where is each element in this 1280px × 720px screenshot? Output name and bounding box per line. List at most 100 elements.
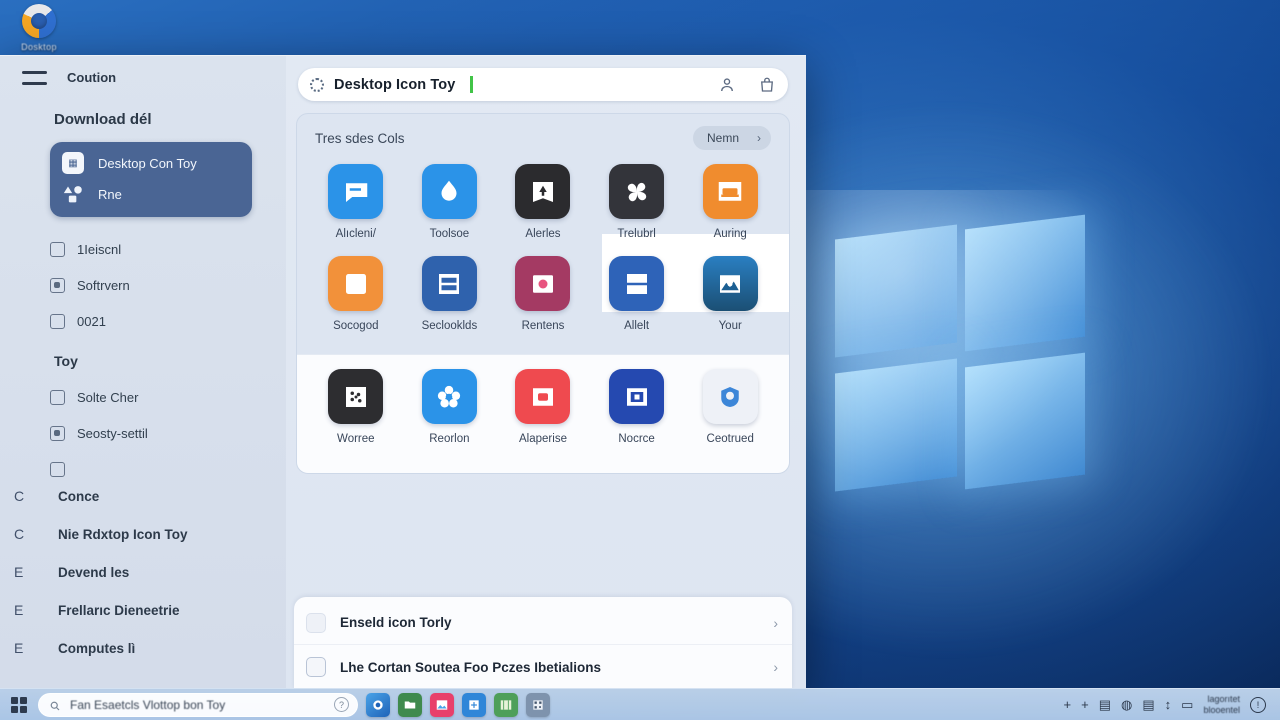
sidebar-card-row-primary[interactable]: ▦ Desktop Con Toy: [62, 152, 240, 174]
sidebar-item-label: Softrvern: [77, 277, 130, 293]
icon-label: Alıcleni/: [335, 228, 376, 240]
icon-item[interactable]: Trelubrl: [590, 164, 684, 240]
sidebar-sub-heading: Toy: [54, 353, 78, 369]
search-icon: [49, 699, 61, 711]
display-icon[interactable]: ▭: [1181, 698, 1193, 711]
icon-item[interactable]: Seclooklds: [403, 256, 497, 332]
sidebar-card-row-secondary[interactable]: Rne: [62, 183, 240, 205]
icon-label: Alaperise: [519, 433, 567, 445]
flower-icon: [421, 369, 477, 424]
folder-icon[interactable]: [398, 692, 422, 717]
title-search-bar[interactable]: Desktop Icon Toy: [298, 68, 788, 101]
start-grid-icon[interactable]: [8, 694, 30, 716]
photos-icon[interactable]: [430, 692, 454, 717]
pinwheel-icon: [609, 164, 665, 219]
option-label: Lhe Cortan Soutea Foo Pczes Ibetialions: [340, 659, 602, 675]
help-circle-icon[interactable]: ?: [334, 697, 349, 712]
text-cursor: [470, 76, 473, 93]
icon-item[interactable]: Worree: [309, 369, 403, 445]
sidebar-item-radio-2[interactable]: Seosty-settil: [16, 415, 270, 451]
icon-grid-header: Tres sdes Cols Nemn ›: [315, 126, 771, 150]
sidebar-lower-item-2[interactable]: C Nie Rdxtop Icon Toy: [0, 515, 286, 553]
wallpaper-window-pane: [965, 352, 1085, 490]
battery-icon[interactable]: ▤: [1142, 698, 1154, 711]
sidebar-lower-initial: C: [14, 488, 25, 504]
plus-icon[interactable]: +: [1064, 698, 1072, 711]
checkbox-icon[interactable]: [50, 241, 65, 257]
sidebar-lower-item-1[interactable]: C Conce: [0, 477, 286, 515]
icon-item[interactable]: Reorlon: [403, 369, 497, 445]
network-icon[interactable]: ◍: [1121, 698, 1132, 711]
icon-label: Ceotrued: [706, 433, 754, 445]
wallpaper-window-pane: [835, 358, 957, 492]
account-person-icon[interactable]: [718, 76, 736, 94]
icon-label: Your: [718, 320, 742, 332]
icon-item[interactable]: Alerles: [496, 164, 590, 240]
desktop-background: Dosktop Coution Download dél ▦ Desktop C…: [0, 0, 1280, 720]
sidebar-item-checkbox-3[interactable]: Solte Cher: [16, 379, 270, 415]
wallpaper-window-pane: [835, 224, 957, 358]
map-icon[interactable]: [494, 692, 518, 717]
sidebar-item-label: Solte Cher: [77, 389, 139, 405]
options-card: Enseld icon Torly › Lhe Cortan Soutea Fo…: [294, 597, 792, 688]
sidebar-lower-label: Frellarıc Dieneetrie: [58, 602, 180, 618]
sofa-icon: [702, 164, 758, 219]
icon-label: Reorlon: [429, 433, 470, 445]
chevron-right-icon: ›: [757, 131, 761, 145]
icon-item[interactable]: Auring: [683, 164, 777, 240]
edge-icon[interactable]: [366, 692, 390, 717]
icon-item[interactable]: Alaperise: [496, 369, 590, 445]
sidebar-item-radio-1[interactable]: Softrvern: [16, 267, 270, 303]
clock[interactable]: lagorıtet blooentel: [1203, 694, 1240, 715]
chevron-right-icon: ›: [773, 659, 778, 675]
checkbox-icon[interactable]: [50, 313, 65, 329]
icon-grid-card: Tres sdes Cols Nemn › Alıcleni/ Toolsoe …: [296, 113, 790, 474]
sound-icon[interactable]: ↕: [1165, 698, 1172, 711]
icon-row-3-panel: Worree Reorlon Alaperise Nocrce Ceotrued: [297, 354, 789, 473]
icon-label: Toolsoe: [429, 228, 470, 240]
icon-item[interactable]: Nocrce: [590, 369, 684, 445]
desktop-shortcut[interactable]: Dosktop: [4, 4, 74, 52]
icon-item[interactable]: Ceotrued: [683, 369, 777, 445]
sidebar-top-label: Coution: [67, 70, 117, 85]
drawer-icon: [421, 256, 477, 311]
icon-label: Worree: [337, 433, 375, 445]
icon-item[interactable]: Socogod: [309, 256, 403, 332]
icon-item[interactable]: Your: [683, 256, 777, 332]
sidebar-lower-item-5[interactable]: E Computes lì: [0, 629, 286, 667]
sticker-icon: [515, 256, 571, 311]
option-row-2[interactable]: Lhe Cortan Soutea Foo Pczes Ibetialions …: [294, 645, 792, 688]
main-panel: Desktop Icon Toy Tres sdes Cols Nemn › A…: [286, 56, 806, 688]
checkbox-icon[interactable]: [306, 657, 326, 677]
checkbox-icon[interactable]: [50, 461, 65, 477]
icon-label: Seclooklds: [421, 320, 478, 332]
icon-item[interactable]: Rentens: [496, 256, 590, 332]
keyboard-icon[interactable]: ▤: [1099, 698, 1111, 711]
tree-badge-icon: [515, 164, 571, 219]
sidebar-lower-initial: E: [14, 564, 24, 580]
option-row-1[interactable]: Enseld icon Torly ›: [294, 601, 792, 645]
sidebar-lower-item-4[interactable]: E Frellarıc Dieneetrie: [0, 591, 286, 629]
icon-item[interactable]: Alıcleni/: [309, 164, 403, 240]
view-mode-pill[interactable]: Nemn ›: [692, 126, 771, 150]
bag-icon[interactable]: [758, 76, 776, 94]
sidebar-item-checkbox-2[interactable]: 0021: [16, 303, 270, 339]
plus-alt-icon[interactable]: +: [1081, 698, 1089, 711]
radio-icon[interactable]: [50, 277, 65, 293]
icon-item[interactable]: Toolsoe: [403, 164, 497, 240]
notification-bell-icon[interactable]: !: [1250, 696, 1266, 713]
hamburger-menu-icon[interactable]: [22, 70, 47, 85]
store-icon[interactable]: [462, 692, 486, 717]
sidebar-active-card[interactable]: ▦ Desktop Con Toy Rne: [50, 142, 252, 217]
radio-icon[interactable]: [50, 425, 65, 441]
drop-paint-icon: [421, 164, 477, 219]
qr-icon[interactable]: [526, 692, 550, 717]
icon-item[interactable]: Allelt: [590, 256, 684, 332]
dots-grid-icon: [328, 369, 384, 424]
checkbox-icon[interactable]: [306, 612, 326, 633]
checkbox-icon[interactable]: [50, 389, 65, 405]
sidebar-item-checkbox-1[interactable]: 1Ieiscnl: [16, 231, 270, 267]
sidebar-lower-item-3[interactable]: E Devend les: [0, 553, 286, 591]
icon-row-2: Socogod Seclooklds Rentens Allelt Your: [309, 256, 777, 348]
taskbar-search-input[interactable]: Fan Esaetcls Vlottop bon Toy ?: [38, 692, 358, 717]
